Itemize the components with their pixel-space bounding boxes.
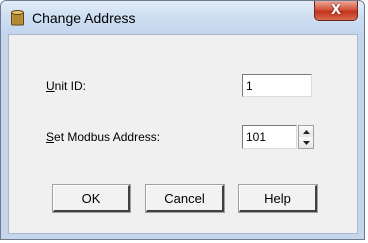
window-title: Change Address [32,10,136,26]
close-icon: X [330,3,342,18]
ok-button[interactable]: OK [52,184,131,213]
close-button[interactable]: X [314,1,358,21]
unit-id-input[interactable]: 1 [242,74,312,97]
modbus-address-spinner [298,125,314,149]
title-bar[interactable]: Change Address X [1,1,364,34]
cancel-button[interactable]: Cancel [145,184,225,213]
modbus-address-label: Set Modbus Address: [46,130,161,144]
modbus-address-input[interactable]: 101 [242,125,297,149]
dialog-body: Unit ID: 1 Set Modbus Address: 101 OK Ca… [8,34,358,234]
help-button[interactable]: Help [238,184,318,213]
spin-down-button[interactable] [299,137,313,148]
database-icon [11,10,24,26]
chevron-up-icon [302,129,310,134]
unit-id-label: Unit ID: [46,79,87,93]
chevron-down-icon [302,140,310,145]
change-address-dialog: Change Address X Unit ID: 1 Set Modbus A… [0,0,365,240]
